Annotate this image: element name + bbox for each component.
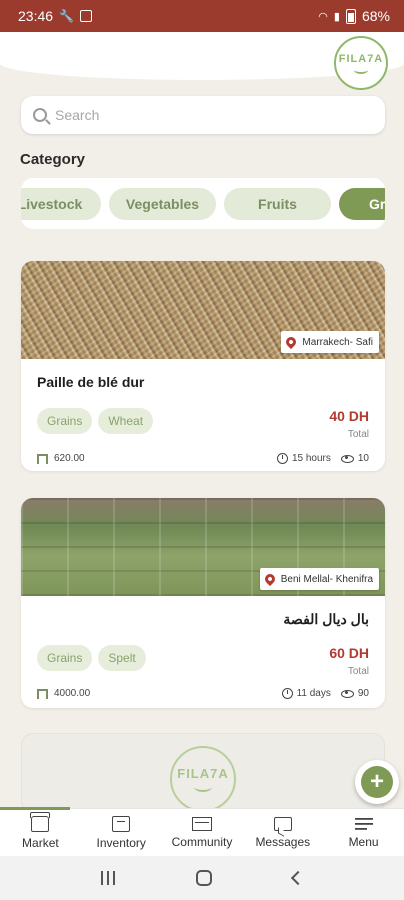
nav-messages[interactable]: Messages bbox=[242, 809, 323, 856]
back-icon[interactable] bbox=[291, 870, 306, 886]
quantity-info: 620.00 bbox=[37, 453, 85, 464]
listing-stats: 15 hours 10 bbox=[276, 453, 369, 464]
view-count: 90 bbox=[357, 688, 369, 699]
nav-label: Market bbox=[22, 835, 59, 850]
time-ago: 15 hours bbox=[291, 453, 331, 464]
location-pin-icon bbox=[262, 571, 277, 587]
signal-icon: ▮ bbox=[333, 10, 340, 23]
scale-icon bbox=[37, 453, 48, 464]
search-bar[interactable] bbox=[21, 96, 385, 134]
messages-icon bbox=[273, 816, 292, 831]
quantity-value: 620.00 bbox=[54, 453, 85, 464]
add-listing-button[interactable]: + bbox=[355, 760, 399, 804]
listing-price: 40 DH bbox=[329, 408, 369, 424]
tag: Grains bbox=[37, 408, 93, 434]
chip-grains[interactable]: Gr bbox=[339, 188, 385, 220]
location-text: Marrakech- Safi bbox=[302, 336, 373, 348]
battery-percent: 68% bbox=[361, 8, 390, 24]
logo-text: FILA7A bbox=[338, 52, 384, 65]
community-icon bbox=[191, 816, 212, 831]
eye-icon bbox=[340, 689, 354, 698]
market-icon bbox=[30, 811, 51, 832]
price-label: Total bbox=[347, 429, 369, 440]
listing-card-loading[interactable]: FILA7A bbox=[21, 733, 385, 813]
home-icon[interactable] bbox=[195, 870, 212, 886]
listing-tags: Grains Wheat bbox=[37, 408, 154, 434]
chip-vegetables[interactable]: Vegetables bbox=[109, 188, 216, 220]
location-text: Beni Mellal- Khenifra bbox=[280, 573, 373, 585]
location-badge: Beni Mellal- Khenifra bbox=[259, 568, 379, 590]
nav-label: Community bbox=[171, 834, 233, 849]
tag: Spelt bbox=[98, 645, 146, 671]
listing-title: بال ديال الفصة bbox=[283, 611, 369, 627]
nav-market[interactable]: Market bbox=[0, 809, 81, 856]
tag: Wheat bbox=[98, 408, 154, 434]
scale-icon bbox=[37, 688, 48, 699]
plus-icon: + bbox=[361, 766, 393, 798]
chip-fruits[interactable]: Fruits bbox=[224, 188, 331, 220]
price-label: Total bbox=[347, 666, 369, 677]
app-header: FILA7A bbox=[0, 32, 404, 90]
menu-icon bbox=[354, 816, 373, 831]
location-pin-icon bbox=[284, 334, 299, 350]
tag: Grains bbox=[37, 645, 93, 671]
quantity-info: 4000.00 bbox=[37, 688, 90, 699]
status-bar: 23:46 🔧 ◠ ▮ 68% bbox=[0, 0, 404, 32]
status-time: 23:46 bbox=[18, 8, 54, 24]
quantity-value: 4000.00 bbox=[54, 688, 91, 699]
nav-menu[interactable]: Menu bbox=[323, 809, 404, 856]
placeholder-logo: FILA7A bbox=[170, 746, 236, 812]
category-chips-container[interactable]: Livestock Vegetables Fruits Gr bbox=[21, 178, 385, 229]
clock-icon bbox=[276, 453, 288, 464]
nav-community[interactable]: Community bbox=[162, 809, 243, 856]
leaf-icon bbox=[354, 66, 368, 74]
recent-apps-icon[interactable] bbox=[100, 871, 115, 885]
bottom-nav: Market Inventory Community Messages Menu bbox=[0, 807, 404, 856]
listing-price: 60 DH bbox=[329, 645, 369, 661]
logo-text: FILA7A bbox=[177, 766, 229, 781]
nav-inventory[interactable]: Inventory bbox=[81, 809, 162, 856]
wifi-icon: ◠ bbox=[318, 10, 328, 23]
listing-card[interactable]: Beni Mellal- Khenifra بال ديال الفصة Gra… bbox=[21, 498, 385, 708]
inventory-icon bbox=[112, 815, 131, 832]
listing-title: Paille de blé dur bbox=[37, 374, 145, 390]
listing-tags: Grains Spelt bbox=[37, 645, 146, 671]
nav-label: Menu bbox=[348, 834, 379, 849]
app-logo: FILA7A bbox=[334, 36, 388, 90]
battery-icon bbox=[345, 8, 356, 24]
category-chips: Livestock Vegetables Fruits Gr bbox=[21, 188, 385, 220]
chip-livestock[interactable]: Livestock bbox=[21, 188, 101, 220]
listing-image: Marrakech- Safi bbox=[21, 261, 385, 359]
leaf-icon bbox=[194, 782, 212, 792]
system-nav-bar bbox=[0, 856, 404, 900]
category-title: Category bbox=[20, 151, 86, 168]
location-badge: Marrakech- Safi bbox=[281, 331, 379, 353]
time-ago: 11 days bbox=[296, 688, 331, 699]
nav-label: Inventory bbox=[96, 835, 146, 850]
listing-image: Beni Mellal- Khenifra bbox=[21, 498, 385, 596]
clock-icon bbox=[281, 688, 293, 699]
listing-card[interactable]: Marrakech- Safi Paille de blé dur Grains… bbox=[21, 261, 385, 471]
search-input[interactable] bbox=[55, 107, 355, 123]
notification-icon bbox=[80, 10, 92, 22]
eye-icon bbox=[340, 454, 354, 463]
view-count: 10 bbox=[357, 453, 369, 464]
listing-stats: 11 days 90 bbox=[281, 688, 369, 699]
search-icon bbox=[33, 108, 47, 122]
active-tab-indicator bbox=[0, 807, 70, 810]
wrench-icon: 🔧 bbox=[59, 9, 74, 23]
